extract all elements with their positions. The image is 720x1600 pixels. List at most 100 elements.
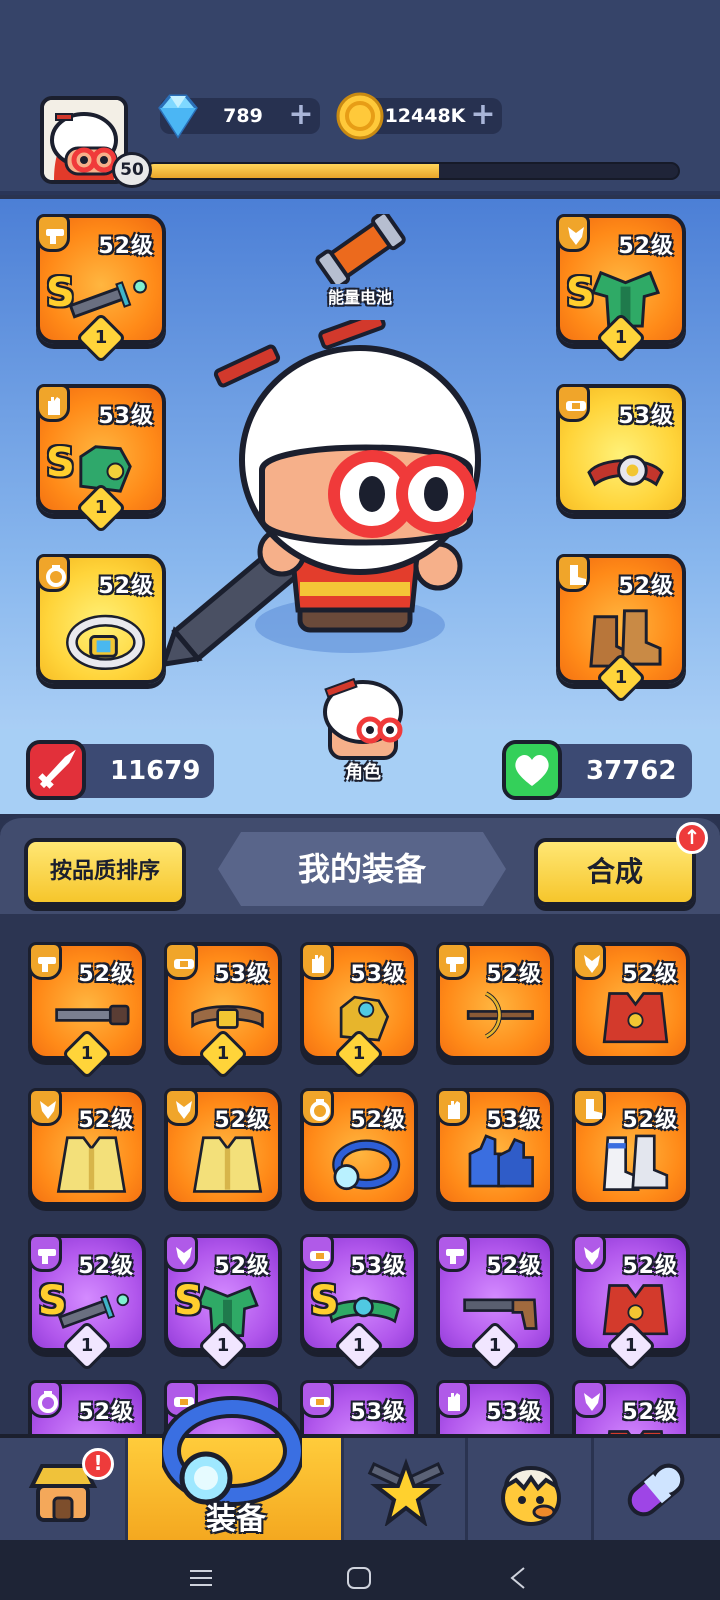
inventory-item[interactable]: 52级 [164, 1088, 282, 1206]
item-level: 52级 [78, 1254, 134, 1279]
crossbow-icon [458, 981, 541, 1049]
health-value: 37762 [586, 756, 677, 786]
stack-count: 1 [352, 1335, 366, 1356]
nav-equipment[interactable]: 装备 [128, 1396, 344, 1540]
home-icon[interactable] [346, 1566, 372, 1590]
add-gems-button[interactable]: + [288, 100, 314, 130]
stack-count: 1 [624, 1335, 638, 1356]
belt-icon [164, 942, 198, 980]
stack-count: 1 [94, 497, 108, 518]
glove-icon [436, 1380, 470, 1418]
blue-gem-ring-icon [60, 597, 151, 672]
item-level: 52级 [618, 234, 674, 259]
belt-icon [556, 384, 590, 422]
battery-icon [315, 210, 406, 290]
gun-icon [36, 214, 70, 252]
inventory-item[interactable]: 52级 1 [572, 1234, 690, 1372]
gun-icon [28, 942, 62, 980]
grade-badge: S [38, 1278, 67, 1324]
stack-count: 1 [94, 327, 108, 348]
inventory-item[interactable]: 53级 S 1 [300, 1234, 418, 1372]
item-level: 52级 [78, 1400, 134, 1425]
item-level: 52级 [78, 1108, 134, 1133]
equipped-slot-ring[interactable]: 52级 [36, 554, 166, 684]
inventory-item[interactable]: 52级 S 1 [164, 1234, 282, 1372]
merge-notification-badge: ↑ [676, 822, 708, 854]
item-level: 52级 [214, 1108, 270, 1133]
stack-count: 1 [614, 667, 628, 688]
inventory-item[interactable]: 52级 [28, 1088, 146, 1206]
nav-capsule[interactable] [594, 1438, 720, 1540]
stack-count: 1 [216, 1043, 230, 1064]
item-level: 52级 [350, 1108, 406, 1133]
glove-icon [36, 384, 70, 422]
inventory-item[interactable]: 52级 [572, 942, 690, 1060]
energy-battery-label: 能量电池 [327, 288, 392, 307]
nav-shop[interactable]: ! [0, 1438, 128, 1540]
nav-weapons[interactable] [344, 1438, 468, 1540]
tie-icon [164, 1234, 198, 1272]
merge-button[interactable]: 合成 [534, 838, 696, 906]
inventory-item[interactable]: 52级 1 [28, 942, 146, 1080]
recent-apps-icon[interactable] [188, 1568, 214, 1588]
stack-count: 1 [80, 1335, 94, 1356]
ring-icon [28, 1380, 62, 1418]
item-level: 52级 [622, 1108, 678, 1133]
coin-amount: 12448K [384, 105, 466, 127]
stack-count: 1 [352, 1043, 366, 1064]
player-level-badge: 50 [112, 152, 152, 188]
back-icon[interactable] [508, 1566, 528, 1590]
energy-battery-button[interactable]: 能量电池 [310, 210, 410, 310]
equipped-slot-gloves[interactable]: 53级 S 1 [36, 384, 166, 534]
item-level: 52级 [622, 1400, 678, 1425]
item-level: 52级 [622, 1254, 678, 1279]
attack-stat: 11679 [26, 740, 214, 800]
tie-icon [572, 942, 606, 980]
inventory-item[interactable]: 52级 S 1 [28, 1234, 146, 1372]
inventory-item[interactable]: 53级 1 [300, 942, 418, 1080]
health-stat: 37762 [502, 740, 692, 800]
attack-value: 11679 [110, 756, 201, 786]
red-vest-icon [594, 981, 677, 1049]
belt-icon [300, 1380, 334, 1418]
stack-count: 1 [614, 327, 628, 348]
glove-icon [300, 942, 334, 980]
glove-icon [436, 1088, 470, 1126]
grade-badge: S [566, 270, 595, 316]
inventory-item[interactable]: 52级 [300, 1088, 418, 1206]
weapons-star-icon [367, 1458, 445, 1526]
inventory-item[interactable]: 53级 [436, 1088, 554, 1206]
grade-badge: S [310, 1278, 339, 1324]
equipped-slot-boots[interactable]: 52级 1 [556, 554, 686, 704]
hero-character[interactable] [150, 320, 490, 690]
item-level: 53级 [350, 1400, 406, 1425]
character-button[interactable]: 角色 [318, 677, 408, 788]
diamond-icon [158, 94, 198, 139]
equipped-slot-armor[interactable]: 52级 S 1 [556, 214, 686, 364]
item-level: 53级 [618, 404, 674, 429]
item-level: 52级 [622, 962, 678, 987]
item-level: 53级 [350, 962, 406, 987]
my-equipment-title: 我的装备 [218, 832, 506, 906]
boot-icon [556, 554, 590, 592]
sort-by-quality-button[interactable]: 按品质排序 [24, 838, 186, 906]
gem-counter: 789 + [158, 94, 320, 139]
add-coins-button[interactable]: + [470, 100, 496, 130]
ring-icon [300, 1088, 334, 1126]
nav-pet[interactable] [468, 1438, 594, 1540]
xp-progress-bar [145, 162, 680, 180]
yellow-coat-icon [50, 1127, 133, 1195]
equipped-slot-weapon[interactable]: 52级 S 1 [36, 214, 166, 364]
item-level: 53级 [214, 962, 270, 987]
inventory-item[interactable]: 52级 [436, 942, 554, 1060]
equipped-slot-belt[interactable]: 53级 [556, 384, 686, 514]
blue-gloves-icon [458, 1127, 541, 1195]
grade-badge: S [46, 440, 75, 486]
sword-icon [26, 740, 86, 800]
inventory-item[interactable]: 53级 1 [164, 942, 282, 1080]
inventory-item[interactable]: 52级 1 [436, 1234, 554, 1372]
item-level: 53级 [98, 404, 154, 429]
item-level: 53级 [486, 1400, 542, 1425]
inventory-item[interactable]: 52级 [572, 1088, 690, 1206]
tie-icon [572, 1234, 606, 1272]
